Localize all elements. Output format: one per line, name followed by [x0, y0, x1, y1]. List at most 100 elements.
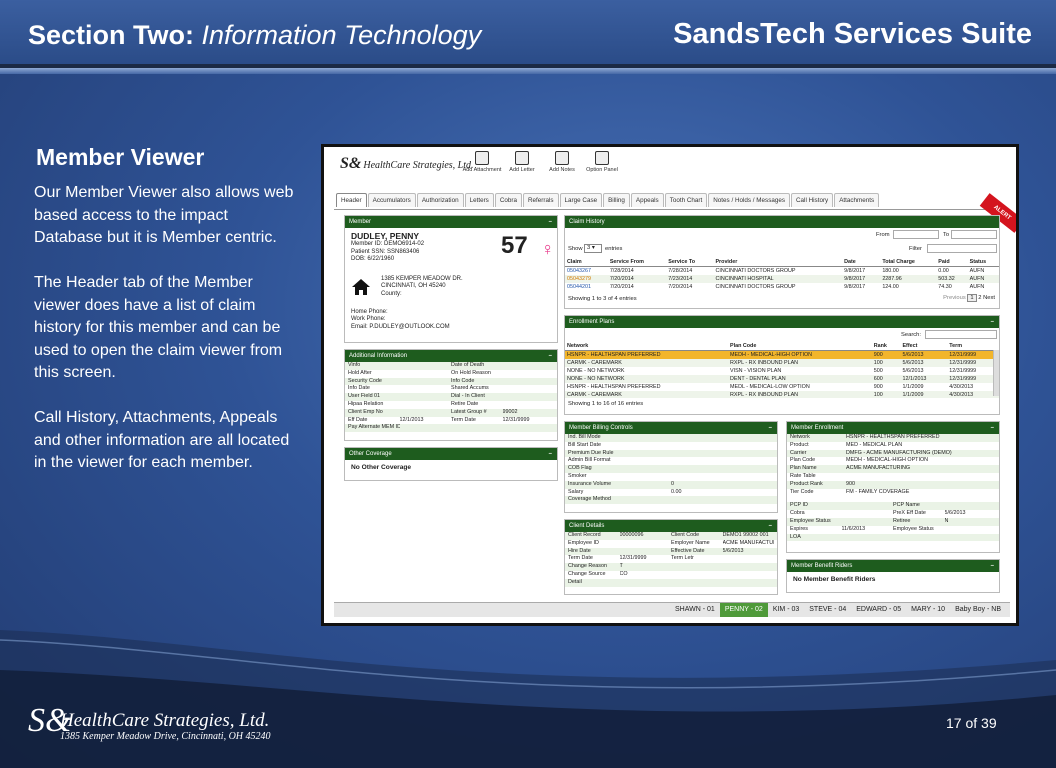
field-label: Network	[790, 434, 810, 440]
family-member-tab[interactable]: EDWARD - 05	[851, 603, 906, 617]
enrollment-scrollbar[interactable]	[993, 350, 999, 396]
table-cell: 180.00	[882, 268, 899, 274]
tab-cobra[interactable]: Cobra	[494, 193, 522, 207]
field-cell	[842, 510, 894, 518]
column-header[interactable]: Service To	[666, 258, 714, 267]
collapse-icon[interactable]: –	[549, 448, 552, 460]
billing-cell: Coverage Method	[568, 496, 611, 503]
table-cell: CINCINNATI DOCTORS GROUP	[715, 268, 796, 274]
client-cell	[620, 540, 672, 548]
billing-cell: COB Flag	[568, 465, 592, 472]
enrollment-row[interactable]: HSNPR - HEALTHSPAN PREFERRED MEDL - MEDIC…	[565, 383, 999, 391]
member-details: DUDLEY, PENNY Member ID: DEMO6914-02 Pat…	[345, 228, 557, 334]
tab-attachments[interactable]: Attachments	[834, 193, 880, 207]
family-member-tab[interactable]: MARY - 10	[906, 603, 950, 617]
tab-call-history[interactable]: Call History	[791, 193, 834, 207]
info-cell	[503, 385, 555, 393]
family-member-tab[interactable]: Baby Boy - NB	[950, 603, 1006, 617]
collapse-icon[interactable]: –	[769, 422, 772, 434]
option-panel-button[interactable]: Option Panel	[580, 151, 624, 173]
family-member-tab[interactable]: KIM - 03	[768, 603, 804, 617]
table-cell: 12/31/9999	[947, 359, 999, 367]
enrollment-row[interactable]: HSNPR - HEALTHSPAN PREFERRED MEDH - MEDIC…	[565, 350, 999, 359]
collapse-icon[interactable]: –	[991, 560, 994, 572]
table-cell: DENT - DENTAL PLAN	[727, 375, 872, 383]
search-input[interactable]	[925, 330, 997, 339]
section-title-bold: Section Two:	[28, 20, 194, 50]
tab-tooth-chart[interactable]: Tooth Chart	[664, 193, 708, 207]
client-row: Detail	[565, 578, 777, 587]
billing-row: Smoker	[565, 473, 777, 481]
column-header[interactable]: Provider	[713, 258, 843, 267]
column-header[interactable]: Paid	[936, 258, 968, 267]
email[interactable]: Email: P.DUDLEY@OUTLOOK.COM	[351, 324, 551, 332]
tab-notes[interactable]: Notes / Holds / Messages	[708, 193, 790, 207]
claim-row[interactable]: 05043279 7/20/2014 7/23/2014 CINCINNATI HOS…	[565, 275, 999, 283]
billing-cell	[671, 465, 774, 473]
pager-page-1[interactable]: 1	[967, 294, 977, 302]
info-cell: Vinfo	[348, 362, 361, 368]
enrollment-row[interactable]: NONE - NO NETWORK VISN - VISION PLAN 500 5/…	[565, 367, 999, 375]
table-cell: 1/1/2009	[902, 384, 924, 390]
collapse-icon[interactable]: –	[991, 422, 994, 434]
column-header[interactable]: Status	[967, 258, 999, 267]
tab-billing[interactable]: Billing	[603, 193, 630, 207]
info-cell	[503, 378, 555, 386]
claim-row[interactable]: 05043267 7/28/2014 7/28/2014 CINCINNATI DOC…	[565, 267, 999, 276]
enrollment-detail-row: Carrier DMFG - ACME MANUFACTURING (DEMO)	[787, 449, 999, 458]
client-cell	[723, 579, 775, 587]
column-header[interactable]: Claim	[565, 258, 608, 267]
family-member-tab[interactable]: PENNY - 02	[719, 603, 768, 617]
column-header[interactable]: Date	[842, 258, 881, 267]
collapse-icon[interactable]: –	[549, 216, 552, 228]
billing-cell	[671, 434, 774, 442]
billing-cell: Ind. Bill Mode	[568, 434, 601, 440]
to-date-input[interactable]	[951, 230, 997, 239]
tab-accumulators[interactable]: Accumulators	[367, 193, 416, 207]
field-value: MED - MEDICAL PLAN	[846, 441, 903, 448]
collapse-icon[interactable]: –	[549, 350, 552, 362]
filter-input[interactable]	[927, 244, 997, 253]
column-header[interactable]: Service From	[607, 258, 667, 267]
column-header[interactable]: Network	[565, 342, 728, 351]
field-cell: N	[944, 517, 949, 524]
info-cell: Dial - In Client	[451, 393, 485, 400]
table-cell: HSNPR - HEALTHSPAN PREFERRED	[567, 384, 661, 390]
claim-link[interactable]: 05043279	[565, 275, 608, 283]
enrollment-row[interactable]: NONE - NO NETWORK DENT - DENTAL PLAN 600 12…	[565, 375, 999, 383]
table-cell: RXPL - RX INBOUND PLAN	[727, 359, 872, 367]
tab-header[interactable]: Header	[336, 193, 367, 207]
table-cell: 1/1/2009	[900, 391, 948, 398]
enrollment-row[interactable]: CARMK - CAREMARK RXPL - RX INBOUND PLAN 10…	[565, 391, 999, 398]
tab-letters[interactable]: Letters	[464, 193, 494, 207]
billing-cell	[671, 457, 774, 465]
pager-next[interactable]: Next	[983, 295, 995, 301]
add-attachment-button[interactable]: Add Attachment	[460, 151, 504, 173]
collapse-icon[interactable]: –	[991, 316, 994, 328]
tab-large-case[interactable]: Large Case	[559, 193, 603, 207]
member-enrollment-rows-2: PCP ID PCP Name Cobra PreX Eff Date 5/6/2013…	[787, 502, 999, 542]
claim-link[interactable]: 05043267	[565, 267, 608, 276]
column-header[interactable]: Rank	[871, 342, 901, 351]
tab-referrals[interactable]: Referrals	[523, 193, 559, 207]
family-member-tab[interactable]: STEVE - 04	[804, 603, 851, 617]
from-date-input[interactable]	[893, 230, 939, 239]
tab-appeals[interactable]: Appeals	[630, 193, 664, 207]
column-header[interactable]: Total Charge	[880, 258, 937, 267]
tab-authorization[interactable]: Authorization	[416, 193, 464, 207]
column-header[interactable]: Effect	[900, 342, 948, 351]
add-letter-button[interactable]: Add Letter	[500, 151, 544, 173]
enrollment-row[interactable]: CARMK - CAREMARK RXPL - RX INBOUND PLAN 10…	[565, 359, 999, 367]
claim-link[interactable]: 05044201	[565, 283, 608, 291]
column-header[interactable]: Plan Code	[727, 342, 872, 351]
attachment-icon	[475, 151, 489, 165]
family-member-tab[interactable]: SHAWN - 01	[670, 603, 720, 617]
entries-select[interactable]: 3 ▾	[584, 244, 602, 253]
add-notes-button[interactable]: Add Notes	[540, 151, 584, 173]
claim-row[interactable]: 05044201 7/20/2014 7/20/2014 CINCINNATI DOC…	[565, 283, 999, 291]
pager-page-2[interactable]: 2	[978, 295, 981, 301]
collapse-icon[interactable]: –	[769, 520, 772, 532]
pager-previous[interactable]: Previous	[943, 295, 966, 301]
column-header[interactable]: Term	[947, 342, 999, 351]
info-cell: 12/31/9999	[502, 416, 530, 423]
